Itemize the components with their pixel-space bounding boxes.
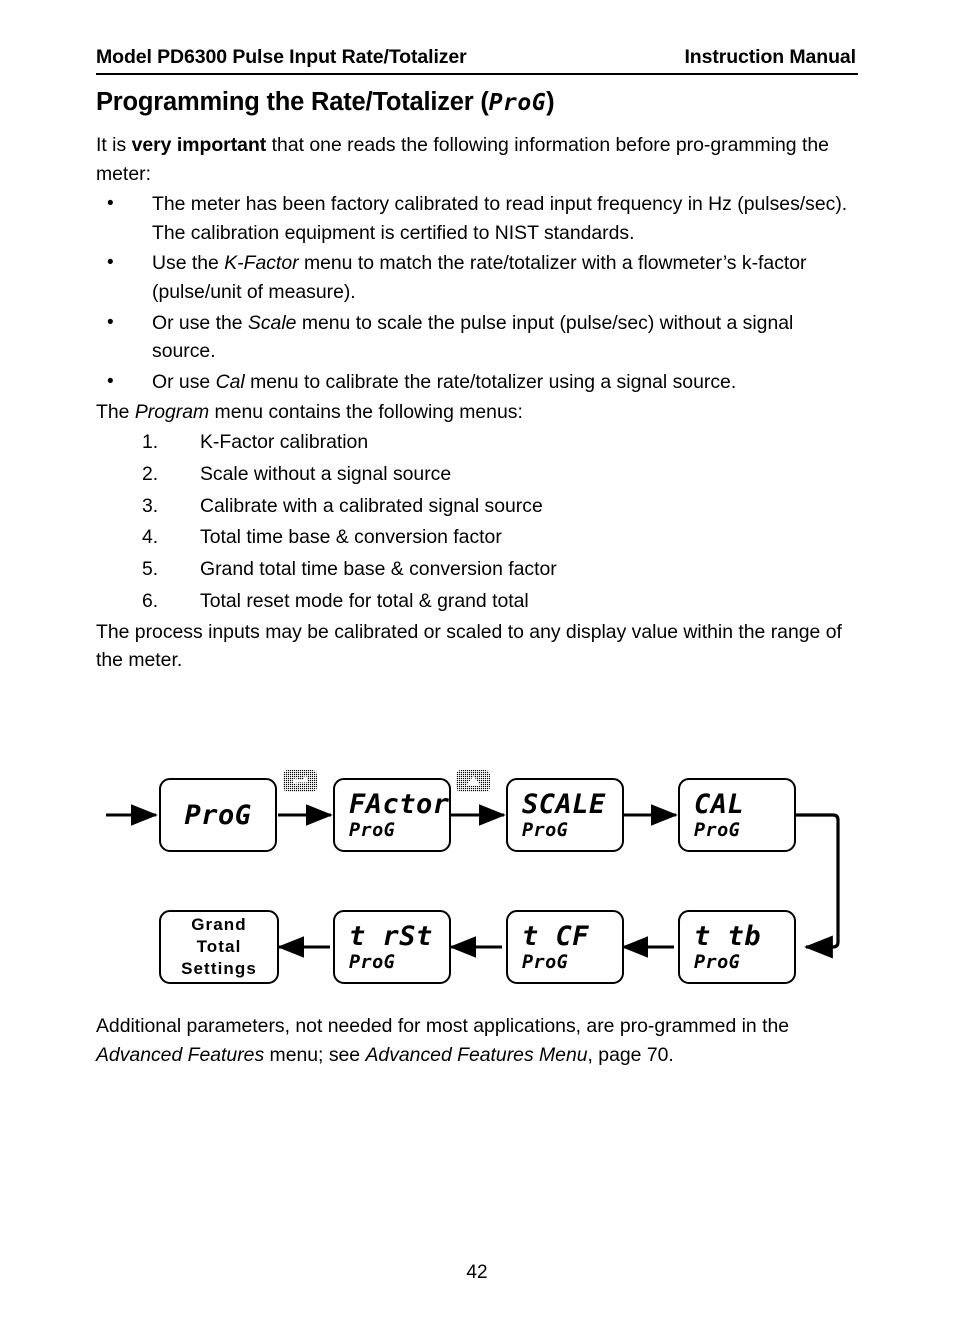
bullet-text-pre: Or use [152, 370, 216, 393]
list-item: 4. Total time base & conversion factor [96, 522, 861, 554]
bullet-text-italic: K-Factor [224, 252, 299, 275]
list-number: 6. [142, 589, 159, 612]
list-item: • Use the K-Factor menu to match the rat… [96, 249, 861, 306]
numbered-menu-list: 1. K-Factor calibration 2. Scale without a… [96, 427, 861, 618]
bullet-icon: • [107, 193, 114, 215]
flow-node-total-convfactor[interactable]: t CF ProG [506, 910, 624, 984]
closing-paragraph: Additional parameters, not needed for mo… [96, 1012, 861, 1069]
flow-node-factor[interactable]: FActor ProG [333, 778, 451, 852]
list-label: Grand total time base & conversion facto… [200, 558, 557, 581]
page-title-suffix: ) [546, 88, 555, 116]
list-item: 6. Total reset mode for total & grand tot… [96, 586, 861, 618]
program-menu-flow-diagram: ProG FActor ProG SCALE ProG CAL ProG t t… [96, 752, 861, 1012]
list-label: Calibrate with a calibrated signal sourc… [200, 494, 543, 517]
list-number: 4. [142, 526, 159, 549]
menu-intro-italic: Program [134, 401, 210, 424]
flow-node-grand-line3: Settings [181, 959, 257, 978]
list-label: Scale without a signal source [200, 462, 452, 485]
after-list-paragraph: The process inputs may be calibrated or … [96, 620, 842, 672]
flow-node-cal-sub: ProG [694, 819, 741, 841]
intro-bold: very important [131, 134, 267, 156]
bullet-text-post: menu to calibrate the rate/totalizer usi… [244, 370, 737, 393]
flow-node-grand-line1: Grand [191, 915, 247, 934]
bullet-text: The meter has been factory calibrated to… [152, 193, 848, 244]
list-item: 3. Calibrate with a calibrated signal sou… [96, 491, 861, 523]
flow-node-scale[interactable]: SCALE ProG [506, 778, 624, 852]
flow-node-factor-main: FActor [349, 788, 450, 820]
flow-node-total-reset-sub: ProG [349, 951, 396, 973]
bullet-text-pre: Or use the [152, 311, 248, 334]
list-item: 2. Scale without a signal source [96, 459, 861, 491]
flow-node-scale-main: SCALE [522, 788, 606, 820]
list-label: K-Factor calibration [200, 430, 369, 453]
list-label: Total time base & conversion factor [200, 526, 502, 549]
bullet-text-pre: Use the [152, 252, 225, 275]
flow-node-grand-line2: Total [196, 937, 242, 956]
page-title: Programming the Rate/Totalizer (ProG) [96, 88, 555, 117]
flow-node-total-reset-main: t rSt [349, 920, 433, 952]
closing-content: Additional parameters, not needed for mo… [96, 1012, 861, 1071]
intro-paragraph: It is very important that one reads the … [96, 131, 861, 188]
closing-italic-1: Advanced Features [96, 1043, 265, 1066]
bullet-text-italic: Cal [215, 370, 245, 393]
bullet-icon: • [107, 311, 114, 333]
flow-node-prog-main: ProG [184, 799, 252, 831]
page-title-text: Programming the Rate/Totalizer ( [96, 88, 489, 116]
closing-mid: menu; see [264, 1043, 366, 1066]
bullet-icon: • [107, 252, 114, 274]
list-number: 5. [142, 558, 159, 581]
list-number: 3. [142, 494, 159, 517]
bullet-icon: • [107, 370, 114, 392]
header-title-left: Model PD6300 Pulse Input Rate/Totalizer [96, 46, 467, 68]
flow-node-total-convfactor-main: t CF [522, 920, 590, 952]
flow-node-prog[interactable]: ProG [159, 778, 277, 852]
list-item: 1. K-Factor calibration [96, 427, 861, 459]
flow-node-grand-total-settings[interactable]: Grand Total Settings [159, 910, 279, 984]
flow-node-cal[interactable]: CAL ProG [678, 778, 796, 852]
flow-node-cal-main: CAL [694, 788, 745, 820]
menu-intro-pre: The [96, 401, 135, 424]
closing-post: , page 70. [587, 1043, 674, 1066]
flow-node-total-timebase-main: t tb [694, 920, 762, 952]
bullet-list: • The meter has been factory calibrated … [96, 190, 861, 396]
connector-cal-ttb-wrap [796, 813, 840, 959]
flow-node-total-convfactor-sub: ProG [522, 951, 569, 973]
up-key-button[interactable] [456, 770, 490, 792]
list-item: • The meter has been factory calibrated … [96, 190, 861, 247]
list-number: 2. [142, 462, 159, 485]
list-label: Total reset mode for total & grand total [200, 589, 529, 612]
flow-node-scale-sub: ProG [522, 819, 569, 841]
flow-node-factor-sub: ProG [349, 819, 396, 841]
enter-arrow-icon [291, 776, 307, 785]
enter-key-button[interactable] [283, 770, 317, 792]
document-page: Model PD6300 Pulse Input Rate/Totalizer … [0, 0, 954, 1336]
menu-intro-paragraph: The Program menu contains the following … [96, 398, 861, 427]
list-item: 5. Grand total time base & conversion fac… [96, 554, 861, 586]
page-number: 42 [466, 1262, 488, 1283]
header-rule [96, 73, 858, 75]
flow-node-total-timebase-sub: ProG [694, 951, 741, 973]
header-title-right: Instruction Manual [684, 46, 856, 68]
running-header: Model PD6300 Pulse Input Rate/Totalizer … [96, 46, 858, 69]
intro-before: It is [96, 134, 132, 156]
flow-node-total-timebase[interactable]: t tb ProG [678, 910, 796, 984]
flow-node-total-reset[interactable]: t rSt ProG [333, 910, 451, 984]
list-number: 1. [142, 430, 159, 453]
page-footer: 42 [0, 1262, 954, 1284]
bullet-text-italic: Scale [247, 311, 297, 334]
closing-pre: Additional parameters, not needed for mo… [96, 1015, 790, 1037]
menu-intro-post: menu contains the following menus: [209, 401, 523, 424]
body-content: It is very important that one reads the … [96, 131, 861, 677]
up-arrow-icon [466, 776, 480, 786]
page-title-lcd-token: ProG [488, 90, 547, 116]
list-item: • Or use Cal menu to calibrate the rate/… [96, 368, 861, 397]
list-item: • Or use the Scale menu to scale the pul… [96, 309, 861, 366]
closing-italic-2: Advanced Features Menu [365, 1043, 588, 1066]
